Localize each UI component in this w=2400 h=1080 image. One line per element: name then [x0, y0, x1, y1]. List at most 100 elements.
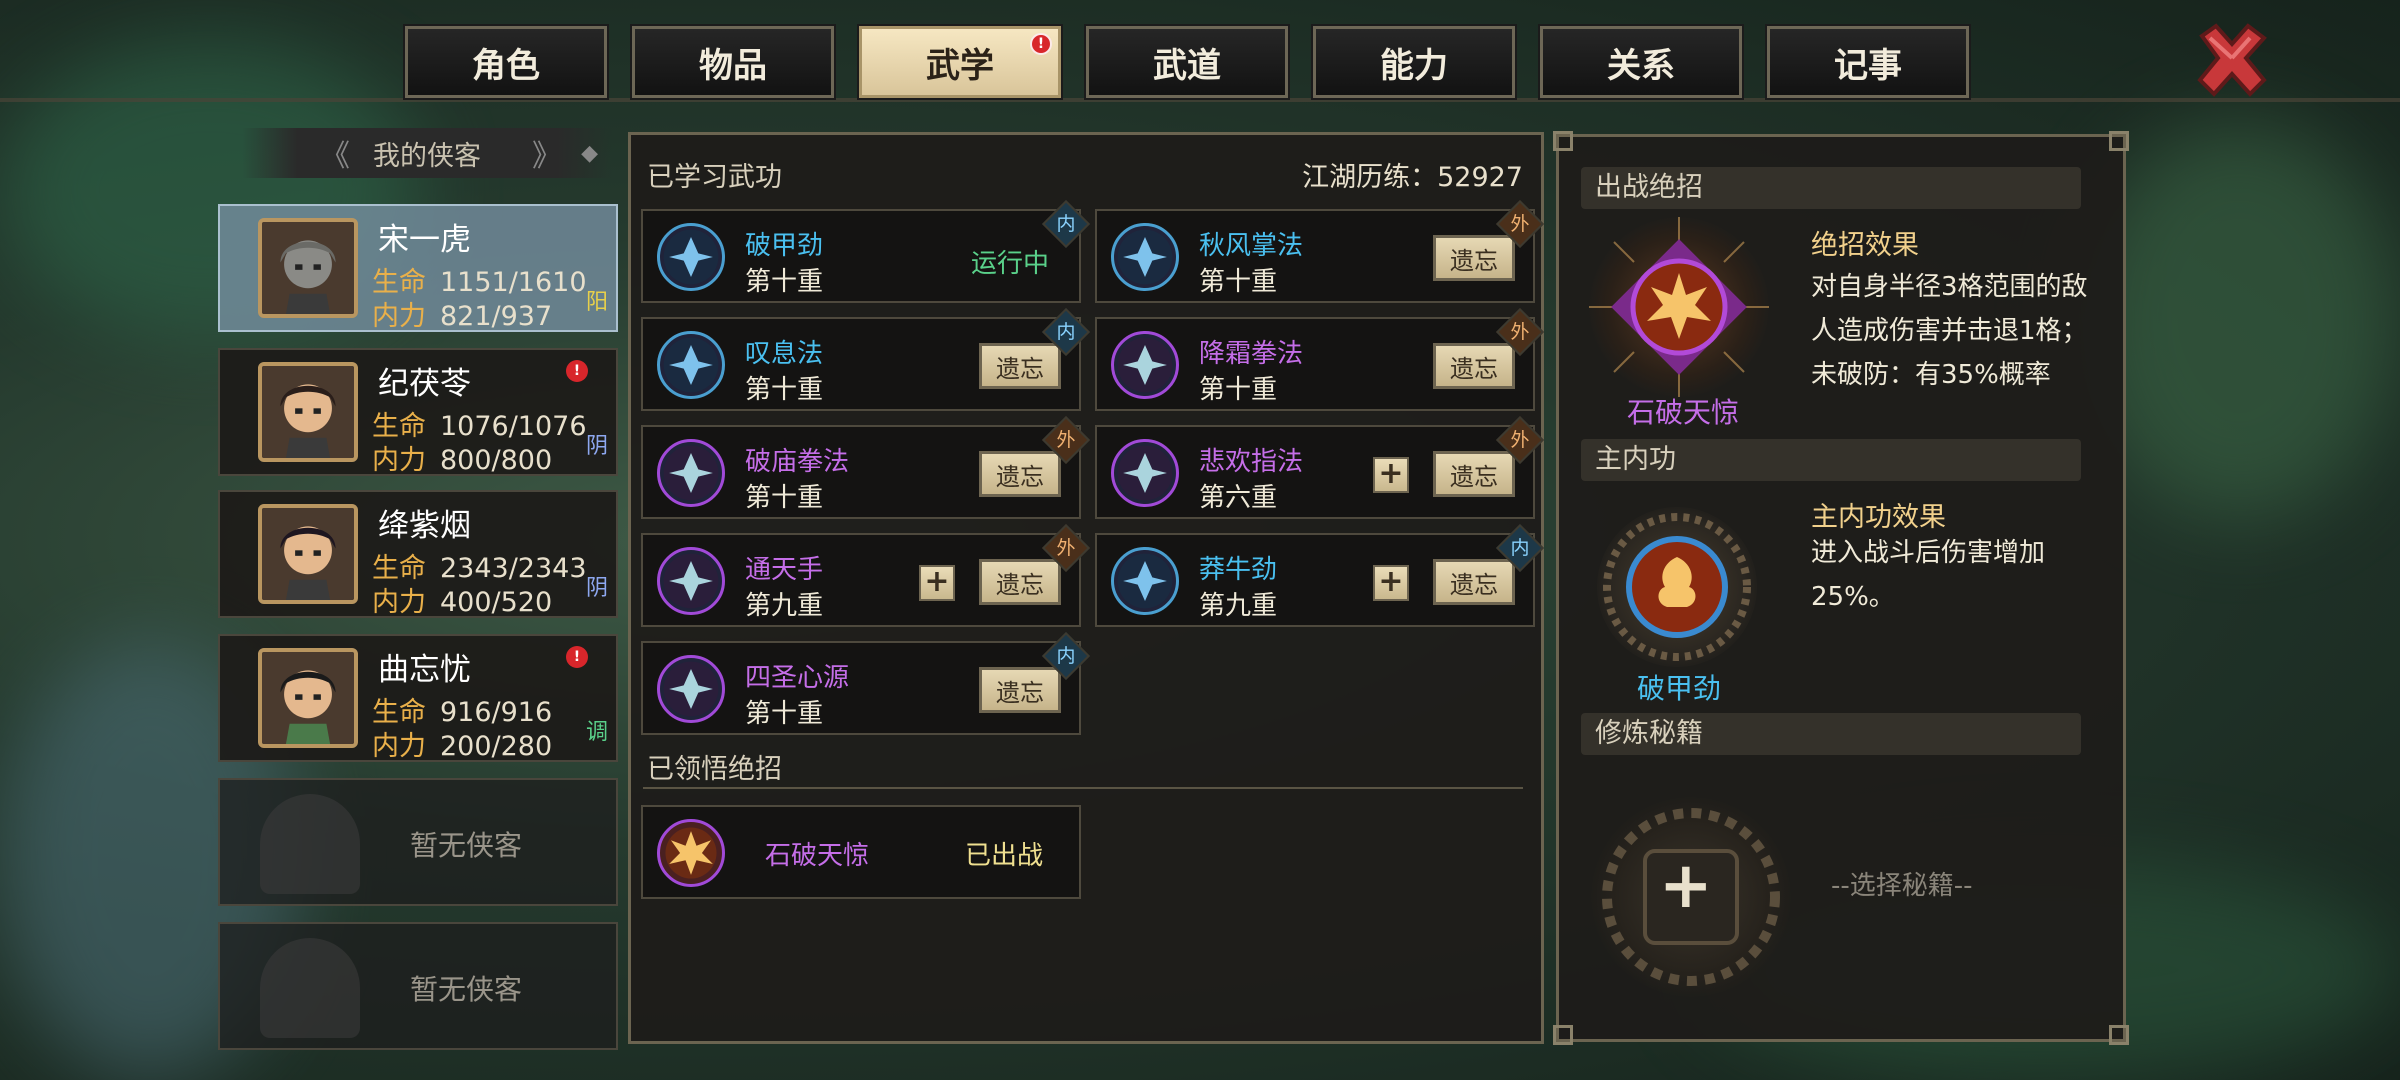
- chevron-left-icon[interactable]: 《: [320, 131, 350, 175]
- skill-level: 第十重: [745, 483, 824, 513]
- tab-6[interactable]: 记事: [1765, 24, 1971, 100]
- inner-effect-desc: 进入战斗后伤害增加25%。: [1811, 538, 2046, 612]
- skill-icon: [1111, 331, 1179, 399]
- forget-button[interactable]: 遗忘: [1433, 343, 1515, 389]
- ultimate-effect-desc: 对自身半径3格范围的敌人造成伤害并击退1格；未破防：有35%概率: [1811, 272, 2088, 390]
- forget-button[interactable]: 遗忘: [1433, 235, 1515, 281]
- chevron-right-icon[interactable]: 》: [532, 131, 562, 175]
- burst-icon: [657, 819, 725, 887]
- manual-placeholder: --选择秘籍--: [1831, 871, 1973, 901]
- corner-ornament: [1553, 131, 1573, 151]
- type-label: 外: [1056, 429, 1076, 451]
- tab-label: 武学: [926, 45, 994, 86]
- forget-button[interactable]: 遗忘: [1433, 451, 1515, 497]
- forget-button[interactable]: 遗忘: [979, 343, 1061, 389]
- skill-icon: [1111, 223, 1179, 291]
- ultimates-title: 已领悟绝招: [647, 754, 782, 785]
- skill-card[interactable]: 秋风掌法 第十重 遗忘 外: [1095, 199, 1545, 303]
- roster-header: 《 我的侠客 》 ◆: [242, 128, 612, 178]
- skill-card[interactable]: 叹息法 第十重 遗忘 内: [641, 307, 1091, 411]
- skill-icon: [657, 331, 725, 399]
- skill-level: 第九重: [745, 591, 824, 621]
- skill-icon: [657, 439, 725, 507]
- forget-button[interactable]: 遗忘: [979, 667, 1061, 713]
- mp-label: 内力: [372, 445, 426, 476]
- ultimate-effect-title: 绝招效果: [1811, 230, 1919, 261]
- skill-name: 破庙拳法: [745, 447, 850, 477]
- type-label: 外: [1510, 213, 1530, 235]
- hero-card[interactable]: 绛紫烟 生命 2343/2343 内力 400/520 阴: [218, 490, 618, 618]
- type-label: 内: [1510, 537, 1530, 559]
- upgrade-button[interactable]: +: [1373, 457, 1409, 493]
- skill-name: 叹息法: [745, 339, 824, 369]
- alert-icon: !: [566, 646, 588, 668]
- empty-label: 暂无侠客: [410, 973, 523, 1006]
- tab-bar: 角色 物品 武学! 武道 能力 关系 记事: [403, 24, 1971, 100]
- alert-icon: !: [1030, 33, 1052, 55]
- empty-label: 暂无侠客: [410, 829, 523, 862]
- skill-card[interactable]: 破庙拳法 第十重 遗忘 外: [641, 415, 1091, 519]
- tab-label: 角色: [472, 45, 540, 86]
- tab-4[interactable]: 能力: [1311, 24, 1517, 100]
- mp-value: 821/937: [440, 301, 553, 332]
- close-icon[interactable]: [2192, 20, 2272, 100]
- skill-icon: [657, 547, 725, 615]
- experience-counter: 江湖历练：52927: [1302, 162, 1523, 193]
- skill-card[interactable]: 悲欢指法 第六重 遗忘 + 外: [1095, 415, 1545, 519]
- alignment-tag: 调: [585, 720, 608, 745]
- tab-1[interactable]: 物品: [630, 24, 836, 100]
- skill-icon: [657, 655, 725, 723]
- alignment-tag: 阳: [585, 290, 608, 315]
- upgrade-button[interactable]: +: [1373, 565, 1409, 601]
- ultimate-emblem[interactable]: [1589, 217, 1769, 397]
- roster-title: 我的侠客: [373, 140, 481, 172]
- alignment-tag: 阴: [585, 434, 608, 459]
- tab-label: 能力: [1380, 45, 1448, 86]
- tab-0[interactable]: 角色: [403, 24, 609, 100]
- corner-ornament: [1553, 1025, 1573, 1045]
- hero-card[interactable]: 宋一虎 生命 1151/1610 内力 821/937 阳: [218, 204, 618, 332]
- hero-card[interactable]: 纪茯苓 生命 1076/1076 内力 800/800 阴 !: [218, 348, 618, 476]
- skill-level: 第十重: [745, 267, 824, 297]
- martial-arts-screen: 角色 物品 武学! 武道 能力 关系 记事 《 我的侠客 》 ◆ 宋一虎 生命 1151/16…: [0, 0, 2400, 1080]
- section-divider: [643, 787, 1523, 789]
- mp-label: 内力: [372, 301, 426, 332]
- plus-icon: +: [1659, 849, 1713, 923]
- skill-card[interactable]: 降霜拳法 第十重 遗忘 外: [1095, 307, 1545, 411]
- hero-card-empty[interactable]: 暂无侠客: [218, 922, 618, 1050]
- skill-name: 降霜拳法: [1199, 339, 1304, 369]
- silhouette-icon: [260, 794, 360, 894]
- hero-card-empty[interactable]: 暂无侠客: [218, 778, 618, 906]
- ultimate-item[interactable]: 石破天惊 已出战: [641, 805, 1081, 899]
- type-label: 外: [1510, 321, 1530, 343]
- tab-5[interactable]: 关系: [1538, 24, 1744, 100]
- upgrade-button[interactable]: +: [919, 565, 955, 601]
- type-label: 外: [1510, 429, 1530, 451]
- forget-button[interactable]: 遗忘: [979, 451, 1061, 497]
- skill-name: 秋风掌法: [1199, 231, 1304, 261]
- hero-name: 纪茯苓: [378, 366, 471, 402]
- inner-emblem[interactable]: [1597, 507, 1757, 667]
- skill-level: 第九重: [1199, 591, 1278, 621]
- skill-name: 破甲劲: [745, 231, 824, 261]
- alignment-tag: 阴: [585, 576, 608, 601]
- skill-level: 第十重: [745, 375, 824, 405]
- forget-button[interactable]: 遗忘: [979, 559, 1061, 605]
- skill-card[interactable]: 通天手 第九重 遗忘 + 外: [641, 523, 1091, 627]
- tab-3[interactable]: 武道: [1084, 24, 1290, 100]
- skill-card[interactable]: 莽牛劲 第九重 遗忘 + 内: [1095, 523, 1545, 627]
- hero-card[interactable]: 曲忘忧 生命 916/916 内力 200/280 调 !: [218, 634, 618, 762]
- alert-icon: !: [566, 360, 588, 382]
- skill-name: 四圣心源: [745, 663, 850, 693]
- manual-slot[interactable]: +: [1591, 797, 1791, 997]
- type-label: 内: [1056, 321, 1076, 343]
- background-foliage: [2080, 120, 2400, 520]
- skill-card[interactable]: 破甲劲 第十重 运行中 内: [641, 199, 1091, 303]
- tab-2[interactable]: 武学!: [857, 24, 1063, 100]
- skill-card[interactable]: 四圣心源 第十重 遗忘 内: [641, 631, 1091, 735]
- skill-icon: [1111, 439, 1179, 507]
- avatar: [258, 648, 358, 748]
- forget-button[interactable]: 遗忘: [1433, 559, 1515, 605]
- tab-label: 武道: [1153, 45, 1221, 86]
- type-label: 内: [1056, 645, 1076, 667]
